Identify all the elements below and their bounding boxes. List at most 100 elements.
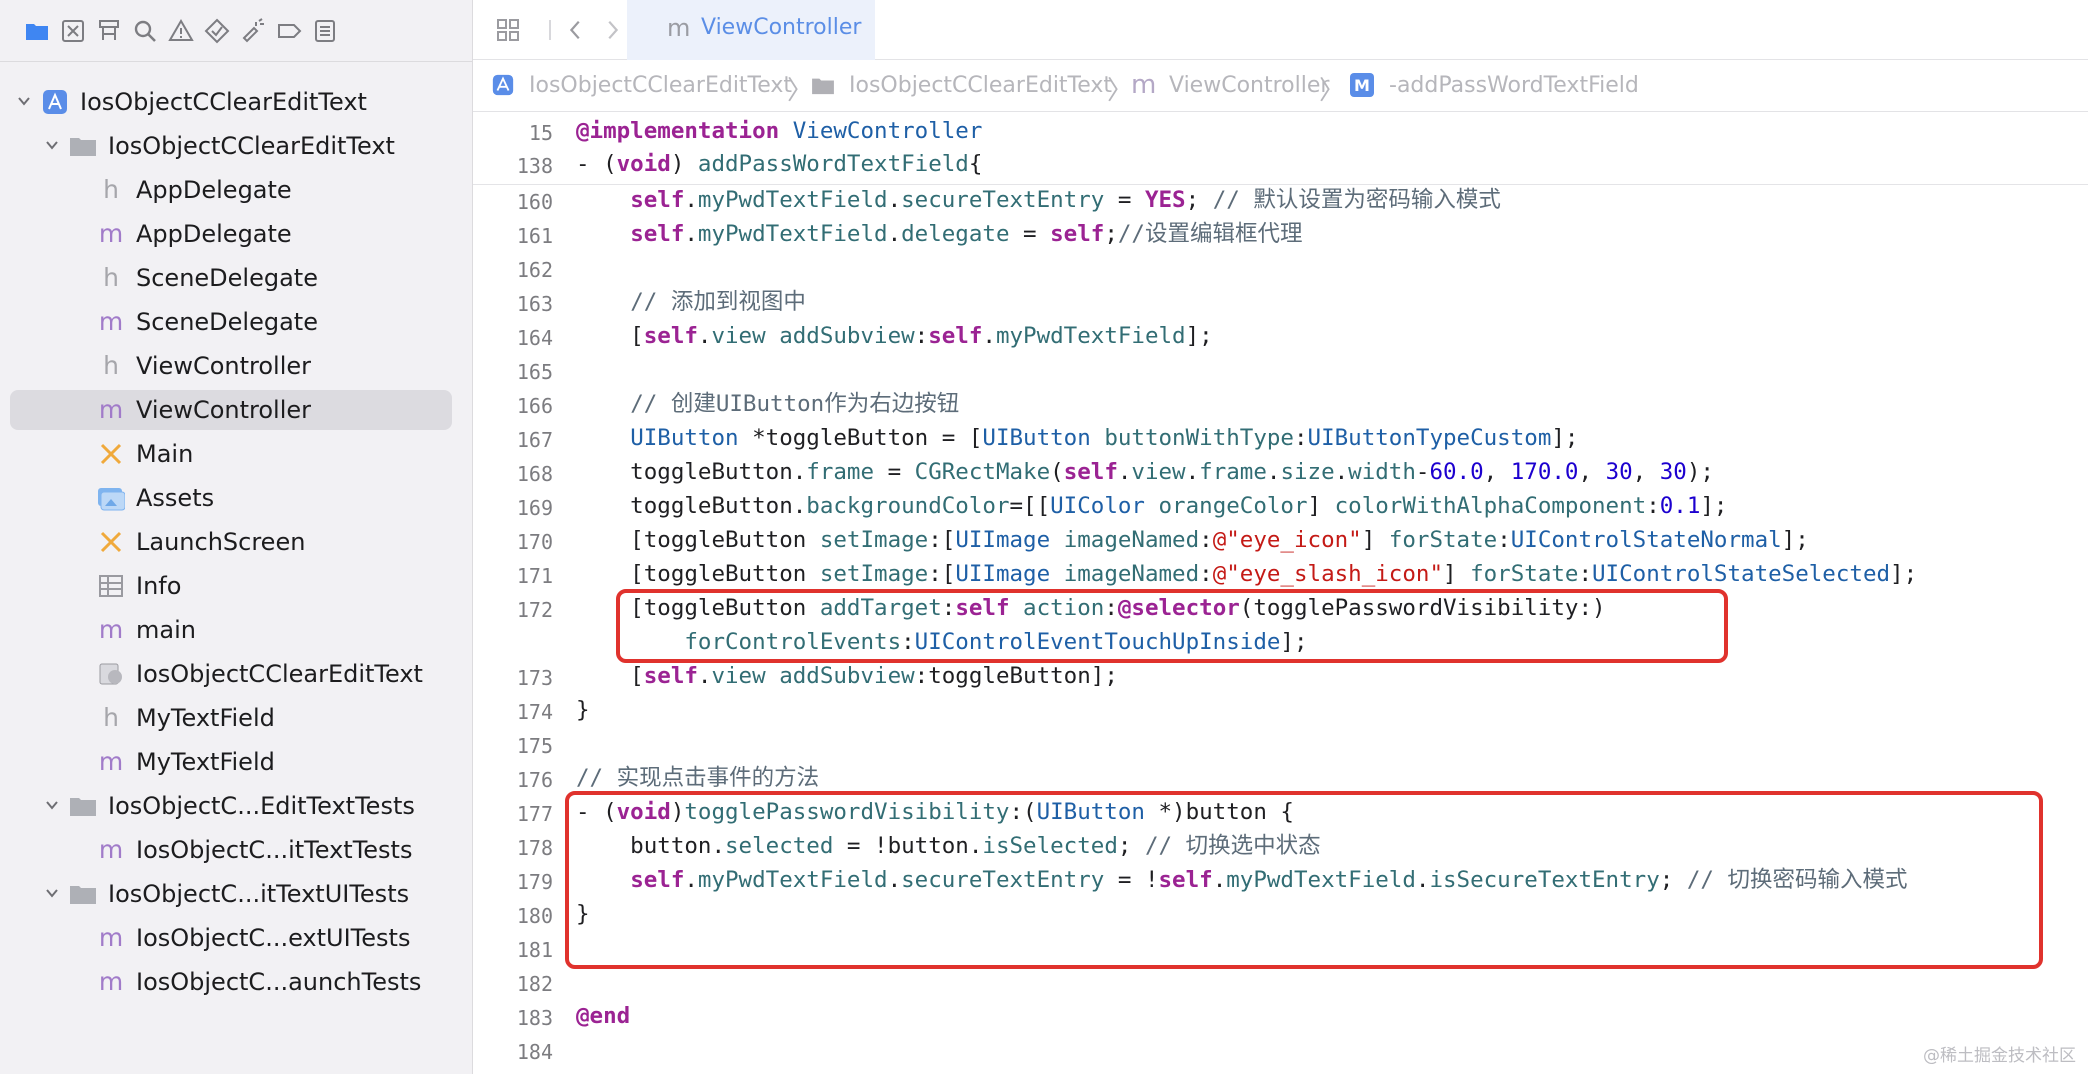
code-token: ]	[1361, 527, 1389, 553]
storyboard-icon	[96, 528, 126, 556]
objc-file-icon: m	[98, 967, 124, 996]
code-text: UIButton *toggleButton = [UIButton butto…	[576, 423, 1578, 453]
code-line[interactable]: 183 @end	[473, 1001, 2088, 1035]
tree-item[interactable]: m AppDelegate	[10, 214, 452, 254]
code-token: delegate	[901, 221, 1010, 247]
tree-item[interactable]: h AppDelegate	[10, 170, 452, 210]
chevron-down-icon[interactable]	[42, 883, 62, 903]
test-icon[interactable]	[202, 16, 232, 46]
code-text: // 添加到视图中	[576, 287, 806, 317]
source-control-icon[interactable]	[58, 16, 88, 46]
tree-item[interactable]: m main	[10, 610, 452, 650]
code-token: self	[630, 221, 685, 247]
chevron-right-icon: 〉	[787, 76, 814, 106]
code-token: ];	[1781, 527, 1809, 553]
tree-item[interactable]: IosObjectCClearEditText	[10, 654, 452, 694]
tree-item-label: IosObjectC...itTextTests	[136, 836, 413, 864]
sticky-scope-line[interactable]: 138 - (void) addPassWordTextField{	[473, 149, 2088, 183]
jump-bar: IosObjectCClearEditText 〉 IosObjectCClea…	[473, 60, 2088, 112]
tree-item[interactable]: m MyTextField	[10, 742, 452, 782]
code-line[interactable]: 184	[473, 1035, 2088, 1069]
code-token: ];	[1185, 323, 1213, 349]
line-number: 175	[516, 734, 553, 758]
back-icon[interactable]	[561, 15, 591, 45]
code-token: :toggleButton];	[914, 663, 1118, 689]
code-token: size	[1280, 459, 1335, 485]
forward-icon[interactable]	[597, 15, 627, 45]
folder-icon[interactable]	[22, 16, 52, 46]
tree-item[interactable]: LaunchScreen	[10, 522, 452, 562]
code-line[interactable]: 168 toggleButton.frame = CGRectMake(self…	[473, 457, 2088, 491]
hierarchy-icon[interactable]	[94, 16, 124, 46]
tree-item[interactable]: m SceneDelegate	[10, 302, 452, 342]
tree-item[interactable]: Info	[10, 566, 452, 606]
tree-item[interactable]: m IosObjectC...aunchTests	[10, 962, 452, 1002]
code-line[interactable]: 174}	[473, 695, 2088, 729]
code-line[interactable]: 169 toggleButton.backgroundColor=[[UICol…	[473, 491, 2088, 525]
breakpoint-icon[interactable]	[274, 16, 304, 46]
code-line[interactable]: 182	[473, 967, 2088, 1001]
code-token: // 创建UIButton作为右边按钮	[630, 391, 960, 417]
watermark: @稀土掘金技术社区	[1923, 1046, 2076, 1066]
folder-icon	[68, 132, 98, 160]
code-token: );	[1686, 459, 1714, 485]
debug-icon[interactable]	[238, 16, 268, 46]
chevron-down-icon[interactable]	[14, 91, 34, 111]
tree-item[interactable]: IosObjectCClearEditText	[10, 126, 452, 166]
tree-item[interactable]: IosObjectC...itTextUITests	[10, 874, 452, 914]
tab-viewcontroller[interactable]: m ViewController	[627, 0, 875, 60]
chevron-down-icon[interactable]	[42, 135, 62, 155]
m-file-icon: m	[667, 14, 691, 42]
folder-icon	[811, 75, 835, 101]
tree-item[interactable]: Main	[10, 434, 452, 474]
tree-item[interactable]: IosObjectCClearEditText	[10, 82, 452, 122]
code-line[interactable]: 170 [toggleButton setImage:[UIImage imag…	[473, 525, 2088, 559]
search-icon[interactable]	[130, 16, 160, 46]
breadcrumb-file[interactable]: ViewController	[1169, 73, 1329, 98]
code-token: UIControlStateSelected	[1592, 561, 1891, 587]
code-token: .	[1185, 459, 1200, 485]
tree-item[interactable]: Assets	[10, 478, 452, 518]
code-token: ];	[1890, 561, 1918, 587]
breadcrumb-method[interactable]: -addPassWordTextField	[1389, 73, 1639, 98]
code-text: toggleButton.backgroundColor=[[UIColor o…	[576, 491, 1727, 521]
code-line[interactable]: 166 // 创建UIButton作为右边按钮	[473, 389, 2088, 423]
code-token: :	[1199, 561, 1213, 587]
code-token: view	[711, 323, 766, 349]
code-line[interactable]: 171 [toggleButton setImage:[UIImage imag…	[473, 559, 2088, 593]
code-line[interactable]: 173 [self.view addSubview:toggleButton];	[473, 661, 2088, 695]
code-line[interactable]: 175	[473, 729, 2088, 763]
tree-item[interactable]: m ViewController	[10, 390, 452, 430]
code-token: @implementation	[576, 118, 780, 144]
sticky-scope-line[interactable]: 15 @implementation ViewController	[473, 116, 2088, 150]
code-token: addSubview	[779, 663, 915, 689]
tree-item[interactable]: m IosObjectC...itTextTests	[10, 830, 452, 870]
code-token: CGRectMake	[914, 459, 1051, 485]
code-line[interactable]: 162	[473, 253, 2088, 287]
code-token: ,	[1632, 459, 1660, 485]
code-line[interactable]: 161 self.myPwdTextField.delegate = self;…	[473, 219, 2088, 253]
code-line[interactable]: 164 [self.view addSubview:self.myPwdText…	[473, 321, 2088, 355]
code-token: secureTextEntry	[901, 187, 1105, 213]
tree-item[interactable]: h SceneDelegate	[10, 258, 452, 298]
source-code[interactable]: 15 @implementation ViewController 138- (vo…	[473, 112, 2088, 1074]
code-token: :[	[928, 561, 956, 587]
tree-item[interactable]: h MyTextField	[10, 698, 452, 738]
tree-item[interactable]: IosObjectC...EditTextTests	[10, 786, 452, 826]
tree-item[interactable]: m IosObjectC...extUITests	[10, 918, 452, 958]
warning-icon[interactable]	[166, 16, 196, 46]
report-icon[interactable]	[310, 16, 340, 46]
code-line[interactable]: 167 UIButton *toggleButton = [UIButton b…	[473, 423, 2088, 457]
chevron-down-icon[interactable]	[42, 795, 62, 815]
code-token: 60.0	[1429, 459, 1484, 485]
code-token: view	[711, 663, 766, 689]
tree-item[interactable]: h ViewController	[10, 346, 452, 386]
code-line[interactable]: 163 // 添加到视图中	[473, 287, 2088, 321]
code-line[interactable]: 160 self.myPwdTextField.secureTextEntry …	[473, 185, 2088, 219]
grid-icon[interactable]	[493, 15, 523, 45]
code-line[interactable]: 165	[473, 355, 2088, 389]
code-token: //设置编辑框代理	[1117, 221, 1303, 247]
breadcrumb-folder[interactable]: IosObjectCClearEditText	[849, 73, 1112, 98]
breadcrumb-project[interactable]: IosObjectCClearEditText	[529, 73, 792, 98]
